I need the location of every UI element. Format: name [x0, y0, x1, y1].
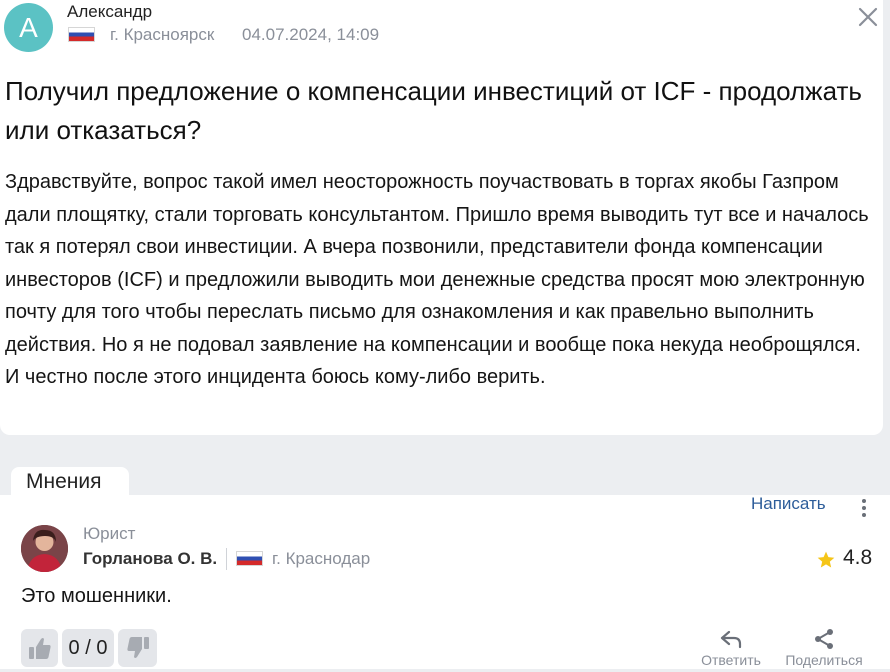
close-icon[interactable]	[856, 5, 880, 29]
reply-label: Ответить	[701, 652, 761, 668]
dislike-button[interactable]	[118, 629, 157, 667]
author-avatar: А	[4, 3, 53, 52]
expert-name[interactable]: Горланова О. В.	[83, 549, 217, 569]
expert-avatar[interactable]	[21, 525, 68, 572]
expert-city: г. Краснодар	[272, 549, 371, 568]
question-title: Получил предложение о компенсации инвест…	[5, 76, 862, 145]
expert-role: Юрист	[83, 524, 136, 543]
author-name[interactable]: Александр	[67, 2, 152, 22]
share-icon	[815, 629, 833, 649]
divider	[226, 548, 227, 570]
question-body: Здравствуйте, вопрос такой имел неосторо…	[5, 171, 869, 388]
share-button[interactable]: Поделиться	[780, 628, 868, 668]
russia-flag-icon	[236, 551, 263, 566]
like-button[interactable]	[21, 629, 58, 667]
reply-button[interactable]: Ответить	[698, 628, 764, 668]
reply-icon	[720, 630, 742, 649]
russia-flag-icon	[68, 27, 95, 42]
star-icon	[817, 551, 835, 568]
post-datetime: 04.07.2024, 14:09	[242, 25, 380, 44]
expert-rating: 4.8	[843, 546, 873, 569]
vote-count: 0 / 0	[62, 629, 114, 667]
author-city: г. Красноярск	[110, 25, 215, 44]
more-vertical-icon[interactable]	[856, 497, 872, 519]
answer-text: Это мошенники.	[21, 585, 172, 607]
thumbs-down-icon	[127, 637, 149, 658]
write-answer-link[interactable]: Написать	[751, 494, 826, 514]
share-label: Поделиться	[785, 652, 863, 668]
thumbs-up-icon	[29, 638, 51, 659]
